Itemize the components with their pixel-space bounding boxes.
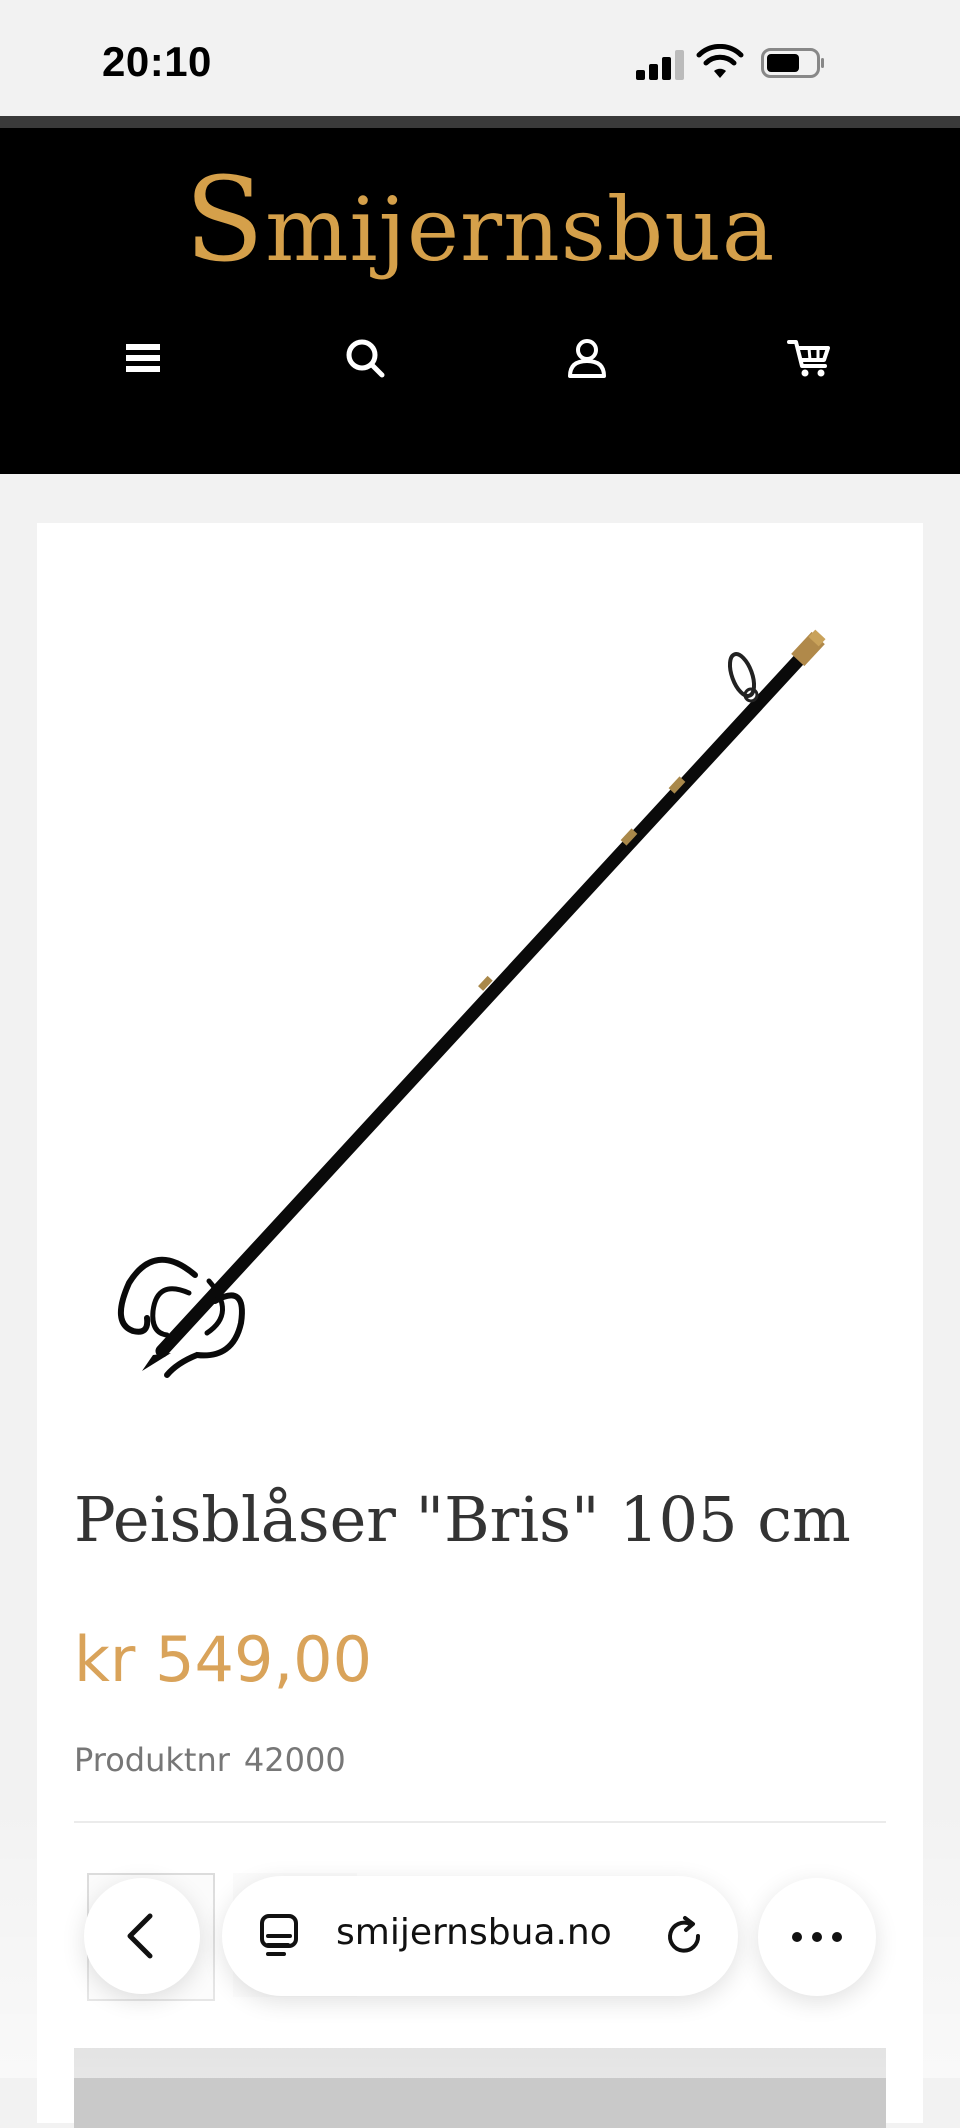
back-button[interactable] <box>84 1878 200 1994</box>
menu-button[interactable] <box>113 328 173 388</box>
product-price: kr 549,00 <box>74 1623 373 1696</box>
product-title: Peisblåser "Bris" 105 cm <box>74 1483 851 1556</box>
account-button[interactable] <box>557 328 617 388</box>
cart-icon <box>787 340 830 377</box>
reload-icon[interactable] <box>662 1914 708 1960</box>
more-icon <box>792 1932 842 1942</box>
product-sku: Produktnr 42000 <box>74 1741 346 1779</box>
more-button[interactable] <box>758 1878 876 1996</box>
menu-icon <box>126 344 160 372</box>
logo-initial: S <box>184 153 266 288</box>
site-logo[interactable]: Smijernsbua <box>0 153 960 288</box>
search-icon <box>346 339 385 378</box>
search-button[interactable] <box>335 328 395 388</box>
sku-label: Produktnr <box>74 1741 230 1779</box>
sku-value: 42000 <box>243 1741 346 1779</box>
page-menu-icon[interactable] <box>258 1912 304 1960</box>
fireplace-bellows-rod-icon <box>118 629 826 1378</box>
cart-button[interactable] <box>779 328 839 388</box>
header-top-strip <box>0 116 960 128</box>
status-bar: 20:10 <box>0 0 960 116</box>
url-text: smijernsbua.no <box>336 1912 612 1953</box>
battery-icon <box>761 48 824 78</box>
cellular-signal-icon <box>636 50 686 80</box>
logo-text: mijernsbua <box>265 178 776 281</box>
back-icon <box>127 1913 153 1959</box>
product-image[interactable] <box>37 523 923 1383</box>
header-nav <box>0 328 960 388</box>
site-header: Smijernsbua <box>0 128 960 474</box>
wifi-icon <box>696 44 744 78</box>
account-icon <box>568 339 606 378</box>
address-bar[interactable]: smijernsbua.no <box>222 1876 738 1996</box>
status-time: 20:10 <box>102 38 212 85</box>
